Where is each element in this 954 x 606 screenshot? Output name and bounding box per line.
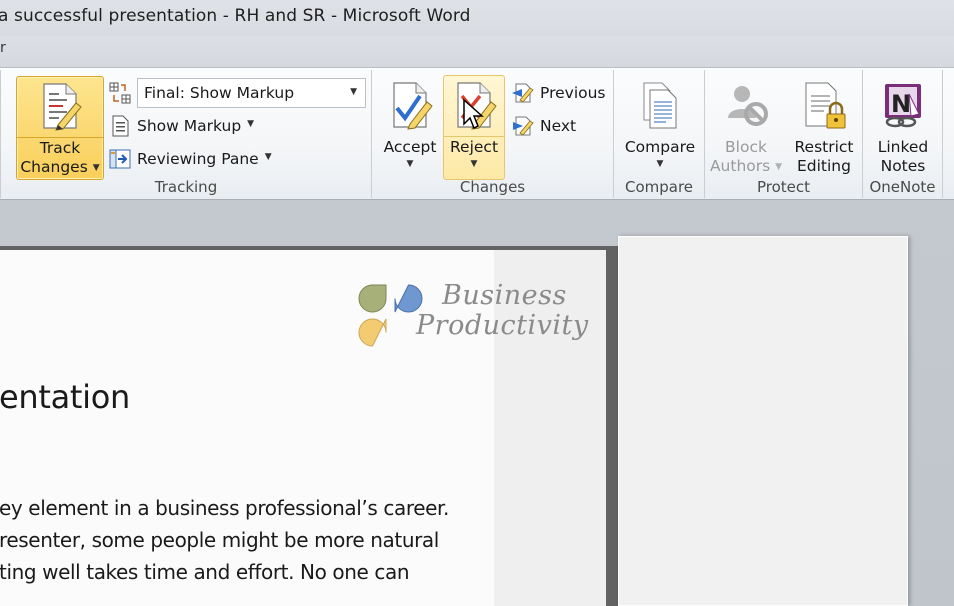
linked-notes-button[interactable]: N Linked Notes xyxy=(871,76,935,180)
accept-button[interactable]: Accept ▼ xyxy=(380,76,440,180)
document-page-frame: Business Productivity entation ey elemen… xyxy=(0,246,618,606)
restrict-editing-label-line1: Restrict xyxy=(794,138,854,156)
block-authors-label-line2: Authors xyxy=(709,157,771,175)
block-authors-icon xyxy=(722,80,770,132)
display-for-review-icon xyxy=(108,81,132,105)
onenote-linked-notes-icon: N xyxy=(879,80,927,132)
reviewing-pane-label: Reviewing Pane xyxy=(137,150,259,168)
reject-split-divider xyxy=(444,136,504,137)
chevron-down-icon[interactable]: ▼ xyxy=(350,87,357,97)
display-for-review-dropdown[interactable]: Final: Show Markup ▼ xyxy=(137,78,366,108)
show-markup-icon xyxy=(109,115,131,137)
accept-icon xyxy=(386,80,434,132)
onenote-group: N Linked Notes OneNote xyxy=(863,70,943,198)
logo-text-productivity: Productivity xyxy=(416,310,589,341)
business-productivity-logo: Business Productivity xyxy=(358,280,589,354)
block-authors-button[interactable]: Block Authors ▼ xyxy=(709,76,783,180)
logo-text-business: Business xyxy=(442,280,567,311)
logo-blue-circle-icon xyxy=(394,284,423,313)
changes-group: Accept ▼ Reject ▼ Previous Next Changes xyxy=(372,70,614,198)
logo-yellow-circle-icon xyxy=(358,318,387,347)
chevron-down-icon: ▼ xyxy=(775,162,783,172)
onenote-group-label: OneNote xyxy=(869,178,936,196)
compare-group: Compare ▼ Compare xyxy=(614,70,705,198)
track-changes-button[interactable]: Track Changes ▼ xyxy=(16,76,104,180)
track-changes-split-divider xyxy=(17,137,103,138)
svg-text:N: N xyxy=(891,90,911,118)
reject-label: Reject xyxy=(449,138,499,156)
title-bar: a successful presentation - RH and SR - … xyxy=(0,0,954,36)
linked-notes-label-line1: Linked xyxy=(877,138,929,156)
document-page[interactable]: Business Productivity entation ey elemen… xyxy=(0,250,606,606)
show-markup-label: Show Markup xyxy=(137,117,242,135)
chevron-down-icon[interactable]: ▼ xyxy=(407,157,414,171)
next-change-button[interactable]: Next xyxy=(510,113,576,139)
next-arrow-icon xyxy=(510,115,534,137)
track-changes-label-line1: Track xyxy=(39,139,81,157)
changes-group-label: Changes xyxy=(459,178,526,196)
chevron-down-icon[interactable]: ▼ xyxy=(657,157,664,171)
accept-label: Accept xyxy=(383,138,437,156)
chevron-down-icon: ▼ xyxy=(92,163,100,173)
previous-change-button[interactable]: Previous xyxy=(510,80,606,106)
track-changes-label-line2: Changes xyxy=(20,158,88,176)
compare-button[interactable]: Compare ▼ xyxy=(622,76,698,180)
reviewing-pane-button[interactable]: Reviewing Pane ▼ xyxy=(109,146,272,172)
restrict-editing-lock-icon xyxy=(800,80,848,132)
show-markup-button[interactable]: Show Markup ▼ xyxy=(109,113,254,139)
window-title: a successful presentation - RH and SR - … xyxy=(0,6,471,26)
logo-green-circle-icon xyxy=(358,284,387,313)
reviewing-pane-icon xyxy=(109,148,131,170)
block-authors-label-line1: Block xyxy=(725,138,767,156)
compare-documents-icon xyxy=(636,80,684,132)
compare-label: Compare xyxy=(624,138,696,156)
document-heading: entation xyxy=(0,378,131,416)
document-page-next[interactable] xyxy=(618,236,908,606)
ribbon-tab-strip: r xyxy=(0,36,954,68)
ribbon-tab-fragment[interactable]: r xyxy=(0,40,6,56)
tracking-group-label: Tracking xyxy=(154,178,218,196)
document-body-line: resenter, some people might be more natu… xyxy=(0,528,439,552)
restrict-editing-label-line2: Editing xyxy=(796,157,851,175)
document-workspace: Business Productivity entation ey elemen… xyxy=(0,200,954,606)
tracking-group: Track Changes ▼ Final: Show Markup ▼ Sho… xyxy=(0,70,372,198)
linked-notes-label-line2: Notes xyxy=(880,157,926,175)
compare-group-label: Compare xyxy=(624,178,694,196)
ribbon: Track Changes ▼ Final: Show Markup ▼ Sho… xyxy=(0,68,954,200)
document-body-line: ting well takes time and effort. No one … xyxy=(0,560,410,584)
restrict-editing-button[interactable]: Restrict Editing xyxy=(791,76,857,180)
protect-group: Block Authors ▼ Restrict Editing Protect xyxy=(705,70,863,198)
next-label: Next xyxy=(540,117,577,135)
previous-label: Previous xyxy=(540,84,606,102)
chevron-down-icon: ▼ xyxy=(264,152,272,162)
document-body-line: ey element in a business professional’s … xyxy=(0,496,449,520)
mouse-pointer-icon xyxy=(462,98,484,132)
previous-arrow-icon xyxy=(510,82,534,104)
protect-group-label: Protect xyxy=(756,178,811,196)
chevron-down-icon: ▼ xyxy=(247,119,255,129)
chevron-down-icon[interactable]: ▼ xyxy=(471,157,478,171)
track-changes-icon xyxy=(36,81,84,133)
display-for-review-value: Final: Show Markup xyxy=(144,84,295,102)
